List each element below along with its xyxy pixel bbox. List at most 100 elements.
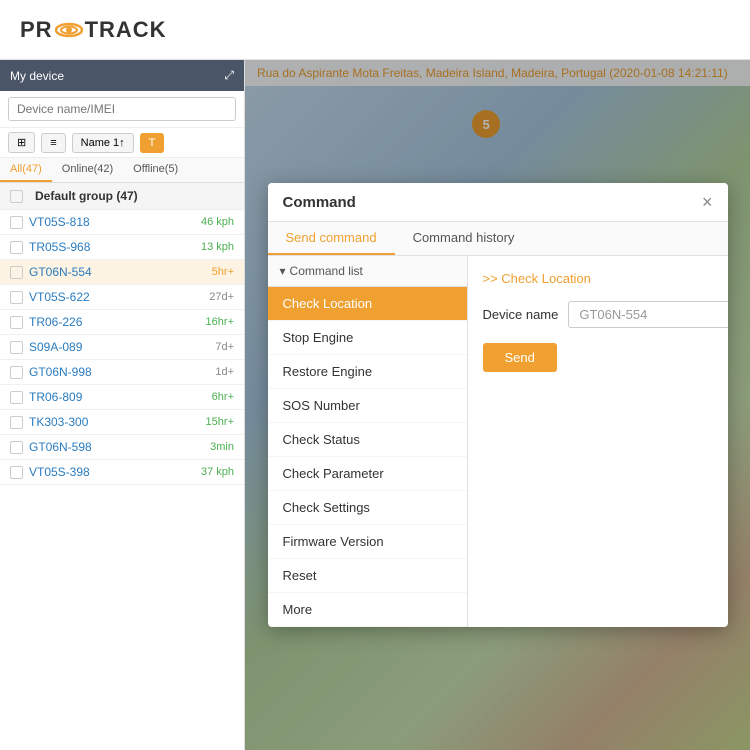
device-name: GT06N-554: [29, 265, 212, 279]
device-name-input[interactable]: [568, 301, 727, 328]
logo-text-before: PR: [20, 17, 53, 43]
collapse-icon: ▾: [280, 264, 286, 278]
device-status: 1d+: [215, 366, 234, 378]
dialog-header: Command ×: [268, 183, 728, 222]
dialog-close-btn[interactable]: ×: [702, 193, 713, 211]
group-name: Default group (47): [35, 189, 138, 203]
sidebar-title: My device: [10, 69, 64, 83]
sort-btn[interactable]: Name 1↑: [72, 133, 134, 153]
device-status: 27d+: [209, 291, 234, 303]
command-item[interactable]: Restore Engine: [268, 355, 467, 389]
device-status-tabs: All(47) Online(42) Offline(5): [0, 158, 244, 183]
device-checkbox[interactable]: [10, 391, 23, 404]
device-checkbox[interactable]: [10, 366, 23, 379]
device-status: 6hr+: [212, 391, 234, 403]
dialog-overlay: Command × Send command Command history ▾…: [245, 60, 750, 750]
device-item[interactable]: TR06-809 6hr+: [0, 385, 244, 410]
device-status: 5hr+: [212, 266, 234, 278]
device-name: VT05S-622: [29, 290, 209, 304]
command-item[interactable]: Stop Engine: [268, 321, 467, 355]
command-item[interactable]: Check Status: [268, 423, 467, 457]
check-location-link[interactable]: >> Check Location: [483, 271, 728, 286]
send-command-btn[interactable]: Send: [483, 343, 557, 372]
device-item[interactable]: TR05S-968 13 kph: [0, 235, 244, 260]
device-group-header: Default group (47): [0, 183, 244, 210]
tab-send-command[interactable]: Send command: [268, 222, 395, 255]
device-item[interactable]: GT06N-554 5hr+: [0, 260, 244, 285]
device-checkbox[interactable]: [10, 216, 23, 229]
command-item[interactable]: Check Location: [268, 287, 467, 321]
device-item[interactable]: S09A-089 7d+: [0, 335, 244, 360]
device-status: 3min: [210, 441, 234, 453]
tab-online[interactable]: Online(42): [52, 158, 123, 182]
device-status: 37 kph: [201, 466, 234, 478]
device-name-row: Device name: [483, 301, 728, 328]
device-status: 46 kph: [201, 216, 234, 228]
device-name: GT06N-598: [29, 440, 210, 454]
device-checkbox[interactable]: [10, 291, 23, 304]
device-checkbox[interactable]: [10, 441, 23, 454]
device-item[interactable]: TK303-300 15hr+: [0, 410, 244, 435]
map-area: Rua do Aspirante Mota Freitas, Madeira I…: [245, 60, 750, 750]
device-name: VT05S-398: [29, 465, 201, 479]
device-status: 7d+: [215, 341, 234, 353]
device-checkbox[interactable]: [10, 341, 23, 354]
command-item[interactable]: Check Settings: [268, 491, 467, 525]
command-item[interactable]: More: [268, 593, 467, 627]
device-name: TR05S-968: [29, 240, 201, 254]
device-checkbox[interactable]: [10, 466, 23, 479]
logo-text-after: TRACK: [85, 17, 167, 43]
app-header: PR TRACK: [0, 0, 750, 60]
group-checkbox[interactable]: [10, 190, 23, 203]
device-status: 15hr+: [206, 416, 234, 428]
device-status: 13 kph: [201, 241, 234, 253]
command-detail-column: >> Check Location Device name Send: [468, 256, 728, 627]
device-name: VT05S-818: [29, 215, 201, 229]
device-name-label: Device name: [483, 307, 559, 322]
device-item[interactable]: VT05S-398 37 kph: [0, 460, 244, 485]
tab-command-history[interactable]: Command history: [395, 222, 533, 255]
device-name: TR06-226: [29, 315, 206, 329]
device-checkbox[interactable]: [10, 266, 23, 279]
app-logo: PR TRACK: [20, 17, 167, 43]
search-input[interactable]: [8, 97, 236, 121]
dialog-tabs: Send command Command history: [268, 222, 728, 256]
sidebar-header: My device ⤢: [0, 60, 244, 91]
command-item[interactable]: Reset: [268, 559, 467, 593]
device-name: TK303-300: [29, 415, 206, 429]
command-list-column: ▾ Command list Check LocationStop Engine…: [268, 256, 468, 627]
device-list: Default group (47) VT05S-818 46 kph TR05…: [0, 183, 244, 750]
main-layout: My device ⤢ ⊞ ≡ Name 1↑ T All(47) Online…: [0, 60, 750, 750]
sidebar-search-area: [0, 91, 244, 128]
list-view-btn[interactable]: ≡: [41, 133, 65, 153]
device-name: TR06-809: [29, 390, 212, 404]
command-list: Check LocationStop EngineRestore EngineS…: [268, 287, 467, 627]
tab-offline[interactable]: Offline(5): [123, 158, 188, 182]
device-item[interactable]: GT06N-598 3min: [0, 435, 244, 460]
device-item[interactable]: GT06N-998 1d+: [0, 360, 244, 385]
device-name: S09A-089: [29, 340, 215, 354]
device-item[interactable]: VT05S-818 46 kph: [0, 210, 244, 235]
tab-all[interactable]: All(47): [0, 158, 52, 182]
device-item[interactable]: VT05S-622 27d+: [0, 285, 244, 310]
device-name: GT06N-998: [29, 365, 215, 379]
dialog-body: ▾ Command list Check LocationStop Engine…: [268, 256, 728, 627]
command-list-label: Command list: [290, 264, 363, 278]
command-dialog: Command × Send command Command history ▾…: [268, 183, 728, 627]
command-item[interactable]: Firmware Version: [268, 525, 467, 559]
sidebar-collapse-icon[interactable]: ⤢: [224, 68, 234, 83]
filter-btn[interactable]: T: [140, 133, 165, 153]
device-item[interactable]: TR06-226 16hr+: [0, 310, 244, 335]
grid-view-btn[interactable]: ⊞: [8, 132, 35, 153]
device-checkbox[interactable]: [10, 416, 23, 429]
logo-icon: [55, 20, 83, 40]
command-item[interactable]: SOS Number: [268, 389, 467, 423]
device-checkbox[interactable]: [10, 316, 23, 329]
device-status: 16hr+: [206, 316, 234, 328]
dialog-title: Command: [283, 194, 356, 211]
device-checkbox[interactable]: [10, 241, 23, 254]
command-item[interactable]: Check Parameter: [268, 457, 467, 491]
sidebar-toolbar: ⊞ ≡ Name 1↑ T: [0, 128, 244, 158]
sidebar: My device ⤢ ⊞ ≡ Name 1↑ T All(47) Online…: [0, 60, 245, 750]
command-list-header: ▾ Command list: [268, 256, 467, 287]
